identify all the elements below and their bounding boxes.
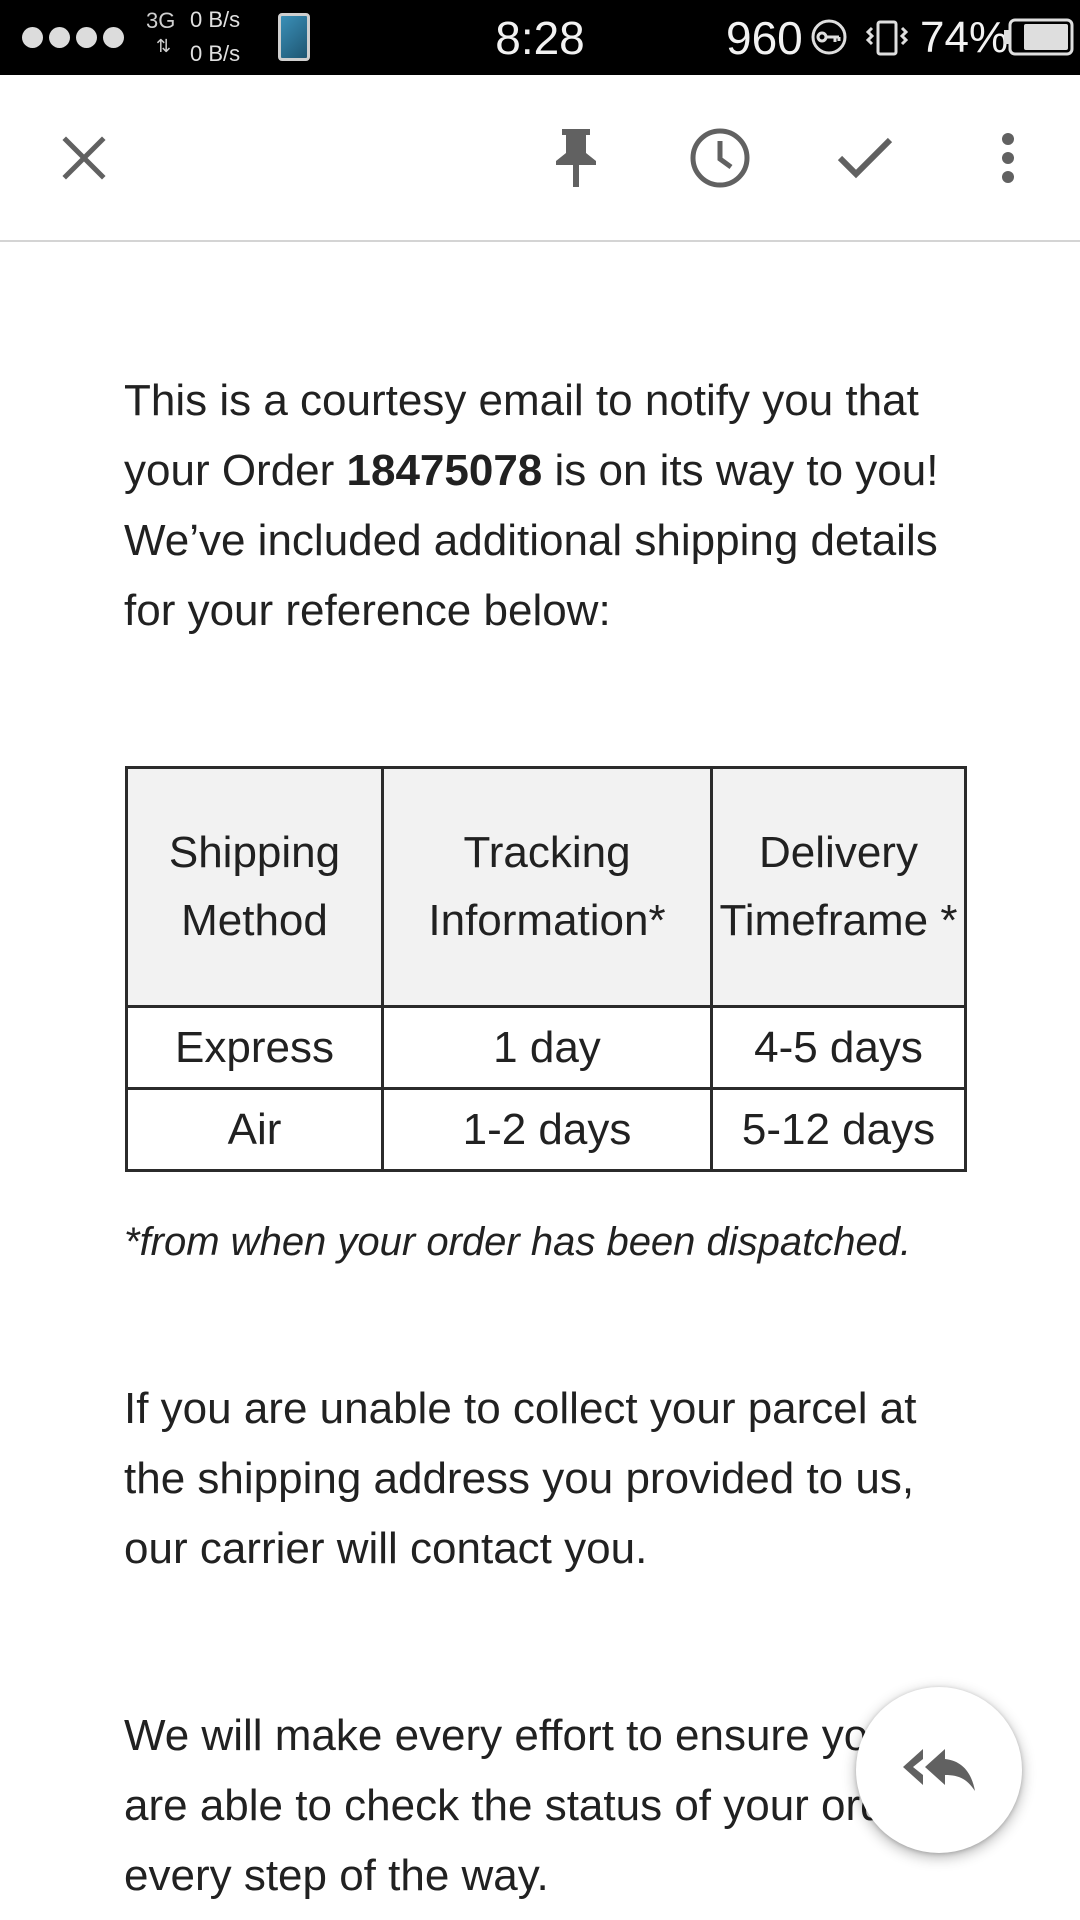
cell-delivery-timeframe: 5-12 days <box>710 1087 967 1172</box>
table-row: Express 1 day 4-5 days <box>125 1005 967 1090</box>
check-icon <box>837 137 893 178</box>
close-icon <box>62 135 106 180</box>
vibrate-icon <box>865 20 909 56</box>
snooze-button[interactable] <box>670 75 770 240</box>
clock-icon <box>690 128 750 187</box>
email-toolbar <box>0 75 1080 242</box>
reply-all-button[interactable] <box>856 1687 1022 1853</box>
cell-tracking-information: 1-2 days <box>381 1087 713 1172</box>
header-tracking-information: Tracking Information* <box>381 766 713 1008</box>
effort-paragraph: We will make every effort to ensure you … <box>124 1711 924 1900</box>
header-shipping-method: Shipping Method <box>125 766 384 1008</box>
more-vert-icon <box>1002 132 1014 183</box>
status-clock: 8:28 <box>495 12 585 64</box>
email-body[interactable]: This is a courtesy email to notify you t… <box>0 242 1080 1920</box>
order-number: 18475078 <box>346 446 543 495</box>
cell-tracking-information: 1 day <box>381 1005 713 1090</box>
cell-shipping-method: Express <box>125 1005 384 1090</box>
cell-delivery-timeframe: 4-5 days <box>710 1005 967 1090</box>
carrier-number: 960 <box>726 12 803 64</box>
pin-icon <box>556 128 596 187</box>
close-button[interactable] <box>34 75 134 240</box>
shipping-details-table: Shipping Method Tracking Information* De… <box>125 766 967 1172</box>
header-delivery-timeframe: Delivery Timeframe * <box>710 766 967 1008</box>
collect-paragraph: If you are unable to collect your parcel… <box>124 1384 917 1573</box>
battery-percent: 74% <box>920 13 1009 62</box>
table-header-row: Shipping Method Tracking Information* De… <box>125 766 967 1008</box>
table-row: Air 1-2 days 5-12 days <box>125 1087 967 1172</box>
table-footnote: *from when your order has been dispatche… <box>124 1220 912 1264</box>
intro-paragraph: This is a courtesy email to notify you t… <box>124 366 964 646</box>
mark-done-button[interactable] <box>815 75 915 240</box>
more-options-button[interactable] <box>958 75 1058 240</box>
cell-shipping-method: Air <box>125 1087 384 1172</box>
intro-text-end: is on its way to you! <box>542 446 939 495</box>
reply-all-icon <box>903 1749 975 1791</box>
intro-text-second: We’ve included additional shipping detai… <box>124 516 938 635</box>
status-bar: 3G ⇅ 0 B/s 0 B/s 8:28 960 74% <box>0 0 1080 75</box>
vpn-key-icon <box>811 19 847 55</box>
pin-button[interactable] <box>526 75 626 240</box>
battery-icon <box>1004 18 1074 56</box>
